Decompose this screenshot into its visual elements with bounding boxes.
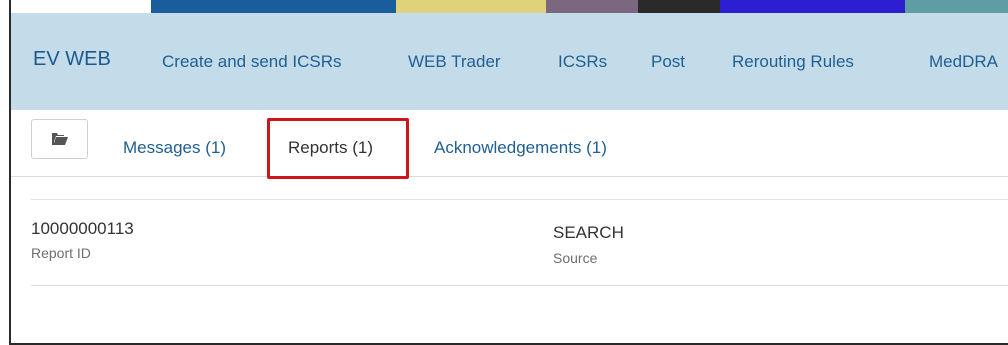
nav-web-trader[interactable]: WEB Trader — [408, 52, 501, 72]
report-id-label: Report ID — [31, 245, 91, 261]
nav-meddra[interactable]: MedDRA — [929, 52, 998, 72]
folder-open-icon — [51, 133, 68, 145]
tab-bar: Messages (1) Reports (1) Acknowledgement… — [11, 110, 1008, 179]
brand-logo[interactable]: EV WEB — [33, 48, 111, 71]
nav-post[interactable]: Post — [651, 52, 685, 72]
nav-icsrs[interactable]: ICSRs — [558, 52, 607, 72]
top-navbar: EV WEB Create and send ICSRs WEB Trader … — [11, 13, 1008, 110]
source-label: Source — [553, 250, 598, 266]
divider — [31, 199, 1008, 200]
app-frame: EV WEB Create and send ICSRs WEB Trader … — [9, 0, 1008, 345]
nav-create-send-icsrs[interactable]: Create and send ICSRs — [162, 52, 342, 72]
tab-acknowledgements[interactable]: Acknowledgements (1) — [434, 138, 607, 158]
tab-messages[interactable]: Messages (1) — [123, 138, 226, 158]
reports-tab-highlight — [267, 118, 409, 179]
folder-button[interactable] — [31, 119, 88, 159]
source-value: SEARCH — [553, 223, 624, 242]
row-divider — [31, 285, 1008, 286]
report-id-value: 10000000113 — [31, 219, 134, 238]
color-strip — [151, 0, 1008, 13]
nav-rerouting-rules[interactable]: Rerouting Rules — [732, 52, 854, 72]
